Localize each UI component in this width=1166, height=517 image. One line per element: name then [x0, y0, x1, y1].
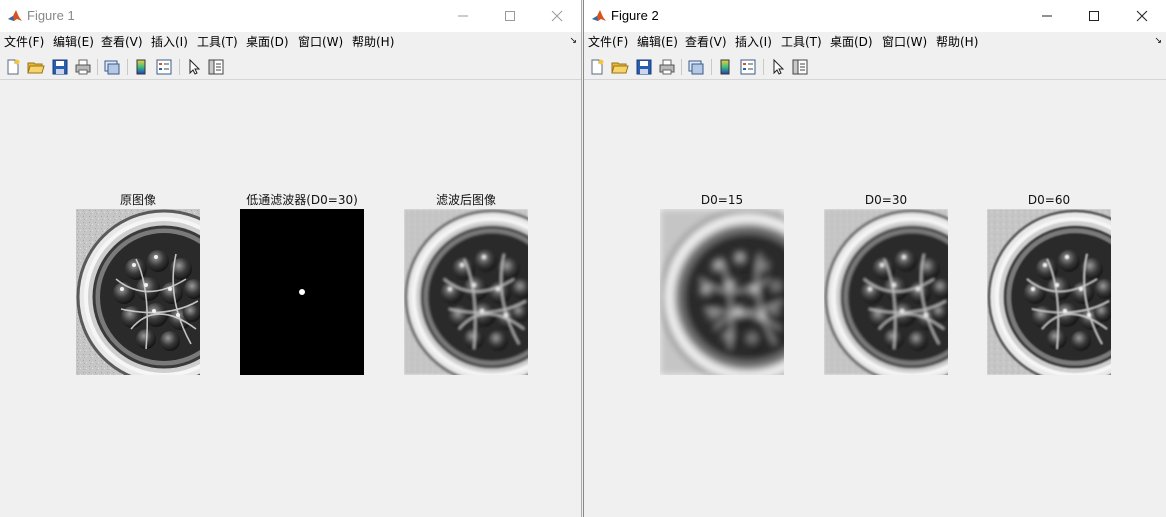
save-icon[interactable] [51, 58, 69, 76]
axes-title-d0-60: D0=60 [1027, 193, 1071, 207]
menu-tools[interactable]: 工具(T) [781, 35, 822, 50]
colorbar-icon[interactable] [132, 58, 150, 76]
close-button[interactable] [1119, 0, 1165, 32]
link-plot-icon[interactable] [687, 58, 705, 76]
new-file-icon[interactable] [588, 58, 606, 76]
filtered-image-d0-30 [824, 209, 948, 375]
minimize-icon [1042, 15, 1052, 17]
menu-window[interactable]: 窗口(W) [882, 35, 927, 50]
menu-edit[interactable]: 编辑(E) [53, 35, 94, 50]
toolbar-separator [711, 59, 712, 75]
close-button[interactable] [534, 0, 580, 32]
maximize-button[interactable] [487, 0, 533, 32]
new-file-icon[interactable] [4, 58, 22, 76]
filtered-image [404, 209, 528, 375]
save-icon[interactable] [635, 58, 653, 76]
toolbar-separator [763, 59, 764, 75]
open-folder-icon[interactable] [611, 58, 629, 76]
minimize-button[interactable] [440, 0, 486, 32]
minimize-button[interactable] [1024, 0, 1070, 32]
axes-title-d0-15: D0=15 [700, 193, 744, 207]
filtered-image-d0-60 [987, 209, 1111, 375]
maximize-button[interactable] [1071, 0, 1117, 32]
print-icon[interactable] [74, 58, 92, 76]
legend-icon[interactable] [155, 58, 173, 76]
menu-view[interactable]: 查看(V) [685, 35, 727, 50]
title-bar[interactable]: Figure 2 [584, 0, 1166, 32]
figure-1-window: Figure 1 文件(F) 编辑(E) 查看(V) 插入(I) 工具(T) 桌… [0, 0, 582, 517]
maximize-icon [505, 11, 515, 21]
original-image [76, 209, 200, 375]
menu-file[interactable]: 文件(F) [4, 35, 44, 50]
property-inspector-icon[interactable] [207, 58, 225, 76]
pointer-icon[interactable] [769, 58, 787, 76]
axes-title-filter: 低通滤波器(D0=30) [246, 193, 358, 207]
title-bar[interactable]: Figure 1 [0, 0, 581, 32]
menu-edit[interactable]: 编辑(E) [637, 35, 678, 50]
toolbar [584, 54, 1166, 80]
open-folder-icon[interactable] [27, 58, 45, 76]
menu-help[interactable]: 帮助(H) [936, 35, 978, 50]
axes-title-d0-30: D0=30 [864, 193, 908, 207]
pointer-icon[interactable] [185, 58, 203, 76]
colorbar-icon[interactable] [716, 58, 734, 76]
menu-insert[interactable]: 插入(I) [735, 35, 772, 50]
toolbar [0, 54, 581, 80]
window-title: Figure 2 [611, 8, 659, 23]
lowpass-filter-image [240, 209, 364, 375]
menu-overflow-icon[interactable]: ↘ [1154, 36, 1162, 46]
menu-desktop[interactable]: 桌面(D) [246, 35, 289, 50]
menu-desktop[interactable]: 桌面(D) [830, 35, 873, 50]
filter-passband-dot [299, 289, 305, 295]
filtered-image-d0-15 [660, 209, 784, 375]
menu-window[interactable]: 窗口(W) [298, 35, 343, 50]
toolbar-separator [127, 59, 128, 75]
maximize-icon [1089, 11, 1099, 21]
close-icon [551, 10, 563, 22]
matlab-logo-icon [591, 8, 607, 24]
axes-title-filtered: 滤波后图像 [435, 193, 496, 207]
window-title: Figure 1 [27, 8, 75, 23]
legend-icon[interactable] [739, 58, 757, 76]
menu-view[interactable]: 查看(V) [101, 35, 143, 50]
matlab-logo-icon [7, 8, 23, 24]
menu-bar: 文件(F) 编辑(E) 查看(V) 插入(I) 工具(T) 桌面(D) 窗口(W… [584, 32, 1166, 53]
toolbar-separator [97, 59, 98, 75]
close-icon [1136, 10, 1148, 22]
print-icon[interactable] [658, 58, 676, 76]
menu-tools[interactable]: 工具(T) [197, 35, 238, 50]
figure-2-window: Figure 2 文件(F) 编辑(E) 查看(V) 插入(I) 工具(T) 桌… [583, 0, 1166, 517]
link-plot-icon[interactable] [103, 58, 121, 76]
property-inspector-icon[interactable] [791, 58, 809, 76]
menu-help[interactable]: 帮助(H) [352, 35, 394, 50]
menu-file[interactable]: 文件(F) [588, 35, 628, 50]
minimize-icon [458, 15, 468, 17]
menu-overflow-icon[interactable]: ↘ [569, 36, 577, 46]
menu-bar: 文件(F) 编辑(E) 查看(V) 插入(I) 工具(T) 桌面(D) 窗口(W… [0, 32, 581, 53]
toolbar-separator [179, 59, 180, 75]
toolbar-separator [681, 59, 682, 75]
menu-insert[interactable]: 插入(I) [151, 35, 188, 50]
axes-title-original: 原图像 [119, 193, 156, 207]
